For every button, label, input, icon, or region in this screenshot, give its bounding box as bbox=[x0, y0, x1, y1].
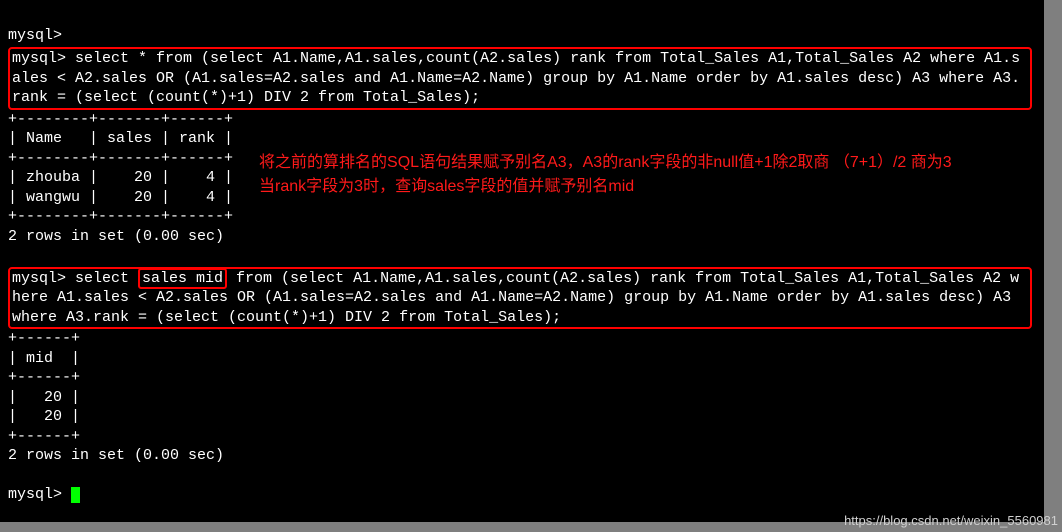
query2-inner-highlight: sales mid bbox=[138, 268, 227, 289]
query1-sql: select * from (select A1.Name,A1.sales,c… bbox=[12, 50, 1020, 106]
result1-row: | wangwu | 20 | 4 | bbox=[8, 189, 233, 206]
result1-divider: +--------+-------+------+ bbox=[8, 111, 233, 128]
result1-divider: +--------+-------+------+ bbox=[8, 208, 233, 225]
result2-footer: 2 rows in set (0.00 sec) bbox=[8, 447, 224, 464]
result1-row: | zhouba | 20 | 4 | bbox=[8, 169, 233, 186]
watermark: https://blog.csdn.net/weixin_5560981 bbox=[844, 513, 1058, 530]
result-and-annotation-row: +--------+-------+------+ | zhouba | 20 … bbox=[8, 149, 1036, 247]
result1-body: +--------+-------+------+ | zhouba | 20 … bbox=[8, 149, 233, 247]
result2-divider: +------+ bbox=[8, 330, 80, 347]
result1-divider: +--------+-------+------+ bbox=[8, 150, 233, 167]
result2-header: | mid | bbox=[8, 350, 80, 367]
mysql-prompt: mysql> bbox=[8, 486, 71, 503]
mysql-prompt: mysql> bbox=[12, 270, 75, 287]
mysql-prompt: mysql> bbox=[8, 27, 62, 44]
query2-pre: select bbox=[75, 270, 138, 287]
query1-highlight-box: mysql> select * from (select A1.Name,A1.… bbox=[8, 47, 1032, 110]
result2-divider: +------+ bbox=[8, 428, 80, 445]
terminal-window[interactable]: mysql> mysql> select * from (select A1.N… bbox=[0, 0, 1044, 522]
result2-row: | 20 | bbox=[8, 389, 80, 406]
result2-divider: +------+ bbox=[8, 369, 80, 386]
mysql-prompt: mysql> bbox=[12, 50, 75, 67]
query2-highlight-box: mysql> select sales mid from (select A1.… bbox=[8, 267, 1032, 330]
result2-row: | 20 | bbox=[8, 408, 80, 425]
result1-footer: 2 rows in set (0.00 sec) bbox=[8, 228, 224, 245]
result1-header: | Name | sales | rank | bbox=[8, 130, 233, 147]
cursor bbox=[71, 487, 80, 503]
annotation-text: 将之前的算排名的SQL语句结果赋予别名A3，A3的rank字段的非null值+1… bbox=[233, 149, 963, 199]
